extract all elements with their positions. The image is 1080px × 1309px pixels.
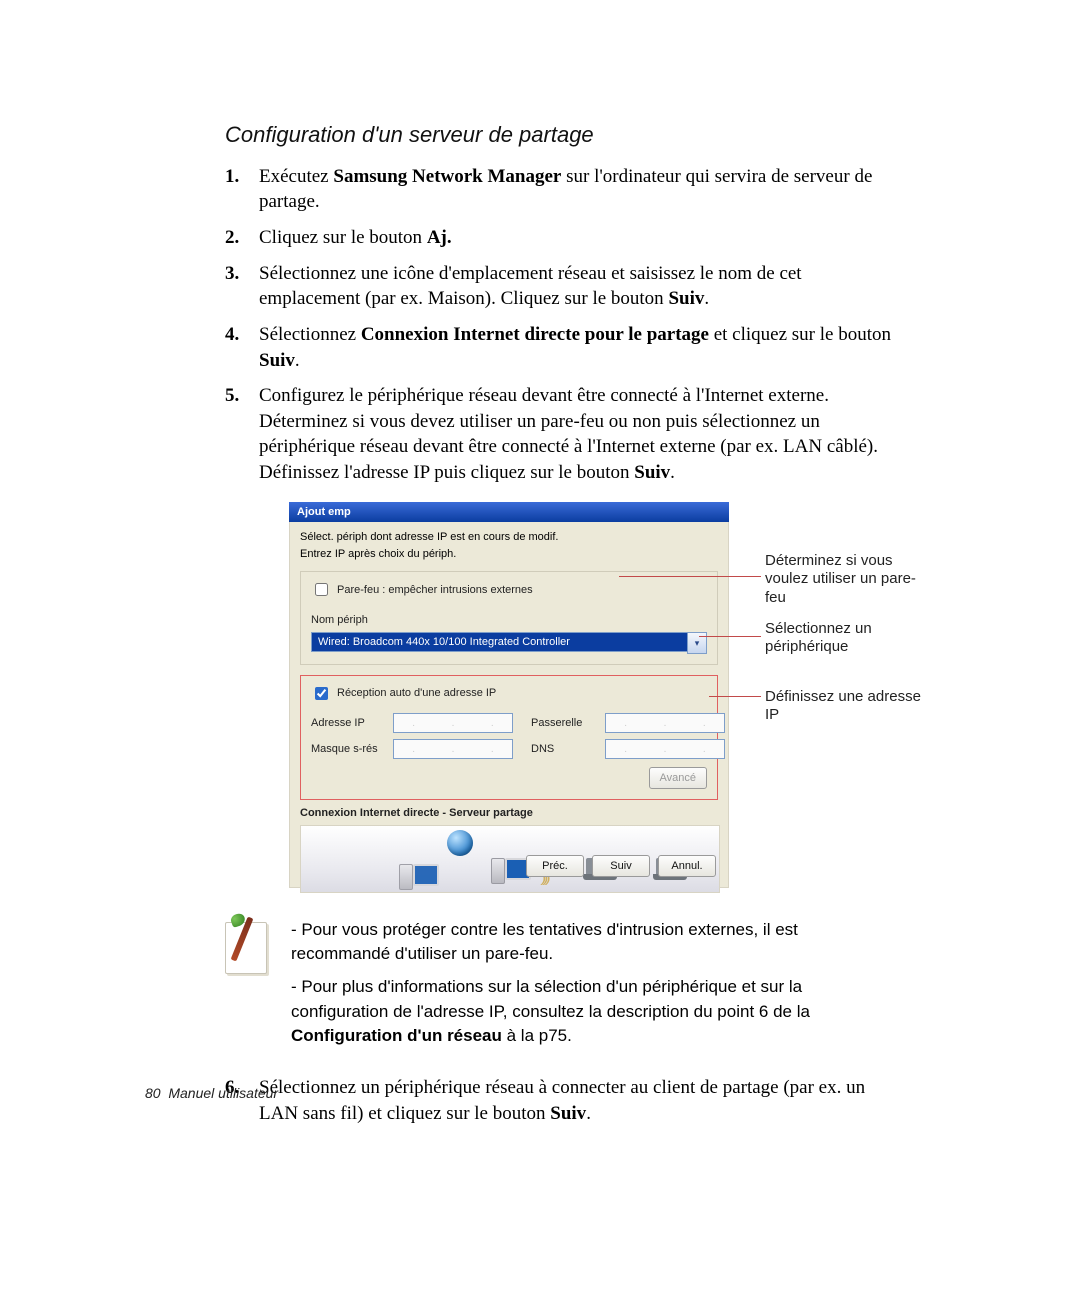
step-2-pre: Cliquez sur le bouton [259,227,427,248]
step-4-body: Sélectionnez Connexion Internet directe … [259,322,895,373]
dialog-figure: Ajout emp Sélect. périph dont adresse IP… [259,502,895,900]
note-body: - Pour vous protéger contre les tentativ… [291,918,895,1057]
dns-label: DNS [531,742,595,757]
dialog-title: Ajout emp [289,502,729,522]
step-1-pre: Exécutez [259,166,333,187]
note-p2-pre: - Pour plus d'informations sur la sélect… [291,977,810,1021]
cancel-button[interactable]: Annul. [658,855,716,877]
note-block: - Pour vous protéger contre les tentativ… [225,918,895,1057]
callout-device: Sélectionnez un périphérique [765,620,935,658]
steps-list: 1. Exécutez Samsung Network Manager sur … [225,164,895,486]
note-p2: - Pour plus d'informations sur la sélect… [291,975,895,1049]
step-5-body: Configurez le périphérique réseau devant… [259,383,895,486]
step-5-bold: Suiv [634,462,670,483]
chevron-down-icon: ▾ [695,637,700,649]
device-select-value[interactable]: Wired: Broadcom 440x 10/100 Integrated C… [311,632,687,652]
step-1-bold: Samsung Network Manager [333,166,561,187]
firewall-label: Pare-feu : empêcher intrusions externes [337,583,533,598]
step-6-bold: Suiv [550,1103,586,1124]
step-6-post: . [586,1103,591,1124]
page-footer: 80 Manuel utilisateur [145,1084,278,1103]
step-5: 5. Configurez le périphérique réseau dev… [225,383,895,486]
page-number: 80 [145,1085,161,1101]
globe-icon [447,830,473,856]
step-4-number: 4. [225,322,259,373]
dialog-instruction-1: Sélect. périph dont adresse IP est en co… [300,530,718,545]
step-4-post: et cliquez sur le bouton [709,324,891,345]
step-2-body: Cliquez sur le bouton Aj. [259,225,895,251]
callout-line-firewall [619,576,761,577]
gateway-label: Passerelle [531,716,595,731]
auto-ip-label: Réception auto d'une adresse IP [337,686,496,701]
callout-line-device [699,636,761,637]
advanced-button[interactable]: Avancé [649,767,708,789]
steps-list-cont: 6. Sélectionnez un périphérique réseau à… [225,1075,895,1126]
step-3-bold: Suiv [668,288,704,309]
step-2-number: 2. [225,225,259,251]
footer-label: Manuel utilisateur [168,1085,278,1101]
step-1-body: Exécutez Samsung Network Manager sur l'o… [259,164,895,215]
note-p2-bold: Configuration d'un réseau [291,1026,502,1045]
step-3: 3. Sélectionnez une icône d'emplacement … [225,261,895,312]
callout-ip: Définissez une adresse IP [765,688,935,726]
auto-ip-checkbox[interactable] [315,687,328,700]
note-p2-post: à la p75. [502,1026,572,1045]
section-title: Configuration d'un serveur de partage [225,120,895,150]
step-5-post: . [670,462,675,483]
dialog-instruction-2: Entrez IP après choix du périph. [300,547,718,562]
step-4-bold2: Suiv [259,350,295,371]
firewall-group: Pare-feu : empêcher intrusions externes … [300,571,718,665]
ip-group: Réception auto d'une adresse IP Adresse … [300,675,718,800]
step-1-number: 1. [225,164,259,215]
dialog-footer-buttons: Préc. Suiv Annul. [526,855,716,877]
dns-field[interactable]: ... [605,739,725,759]
step-4: 4. Sélectionnez Connexion Internet direc… [225,322,895,373]
step-4-bold: Connexion Internet directe pour le parta… [361,324,709,345]
step-2-bold: Aj. [427,227,452,248]
step-5-number: 5. [225,383,259,486]
step-3-body: Sélectionnez une icône d'emplacement rés… [259,261,895,312]
step-1: 1. Exécutez Samsung Network Manager sur … [225,164,895,215]
step-5-text: Configurez le périphérique réseau devant… [259,385,878,483]
callout-line-ip [709,696,761,697]
ip-address-field[interactable]: ... [393,713,513,733]
diagram-title: Connexion Internet directe - Serveur par… [300,806,718,821]
firewall-checkbox[interactable] [315,583,328,596]
gateway-field[interactable]: ... [605,713,725,733]
step-4-post2: . [295,350,300,371]
diagram-group: Connexion Internet directe - Serveur par… [300,806,718,893]
prev-button[interactable]: Préc. [526,855,584,877]
step-2: 2. Cliquez sur le bouton Aj. [225,225,895,251]
device-name-label: Nom périph [311,613,707,628]
step-3-post: . [704,288,709,309]
next-button[interactable]: Suiv [592,855,650,877]
step-6-body: Sélectionnez un périphérique réseau à co… [259,1075,895,1126]
step-3-text: Sélectionnez une icône d'emplacement rés… [259,263,802,310]
step-4-pre: Sélectionnez [259,324,361,345]
step-3-number: 3. [225,261,259,312]
subnet-mask-label: Masque s-rés [311,742,383,757]
callout-firewall: Déterminez si vous voulez utiliser un pa… [765,552,935,608]
server-pc-icon [491,850,529,884]
dialog-panel: Ajout emp Sélect. périph dont adresse IP… [289,502,729,890]
client-pc-icon [399,856,437,890]
subnet-mask-field[interactable]: ... [393,739,513,759]
step-6: 6. Sélectionnez un périphérique réseau à… [225,1075,895,1126]
note-p1: - Pour vous protéger contre les tentativ… [291,918,895,967]
note-icon [225,918,273,974]
ip-address-label: Adresse IP [311,716,383,731]
